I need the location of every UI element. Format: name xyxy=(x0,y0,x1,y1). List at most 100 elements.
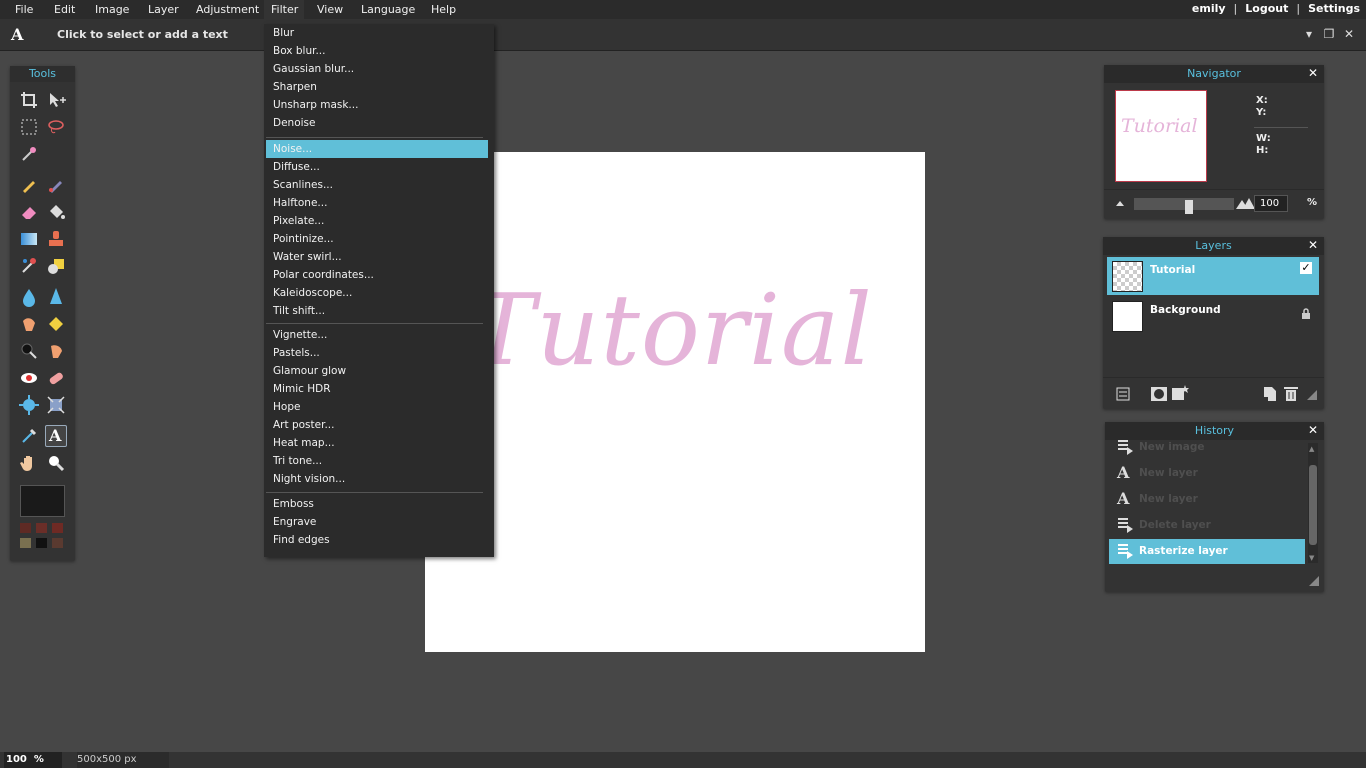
marquee-tool-icon[interactable] xyxy=(18,116,40,138)
zoom-slider-handle[interactable] xyxy=(1185,200,1193,214)
filter-menu-item[interactable]: Scanlines... xyxy=(273,176,333,194)
menu-help[interactable]: Help xyxy=(431,0,456,19)
menu-file[interactable]: File xyxy=(15,0,33,19)
filter-menu-item[interactable]: Tri tone... xyxy=(273,452,322,470)
logout-link[interactable]: Logout xyxy=(1245,2,1288,15)
scroll-up-icon[interactable]: ▲ xyxy=(1309,445,1314,453)
pencil-icon[interactable] xyxy=(18,174,40,196)
filter-menu-item[interactable]: Unsharp mask... xyxy=(273,96,358,114)
menu-language[interactable]: Language xyxy=(361,0,415,19)
layer-visibility-checkbox[interactable]: ✓ xyxy=(1300,262,1312,274)
menu-view[interactable]: View xyxy=(317,0,343,19)
filter-menu-item[interactable]: Kaleidoscope... xyxy=(273,284,352,302)
filter-menu-item[interactable]: Pointinize... xyxy=(273,230,334,248)
username-link[interactable]: emily xyxy=(1192,2,1226,15)
resize-handle-icon[interactable] xyxy=(1307,390,1317,403)
layer-row[interactable]: Tutorial ✓ xyxy=(1107,257,1319,295)
history-row[interactable]: New image xyxy=(1109,435,1305,460)
filter-menu-item[interactable]: Water swirl... xyxy=(273,248,342,266)
filter-menu-item[interactable]: Emboss xyxy=(273,495,314,513)
history-row[interactable]: A New layer xyxy=(1109,461,1305,486)
new-layer-icon[interactable] xyxy=(1263,386,1277,405)
layer-row[interactable]: Background xyxy=(1107,297,1319,335)
hand-icon[interactable] xyxy=(18,452,40,474)
sponge-icon[interactable] xyxy=(45,313,67,335)
filter-menu-item[interactable]: Box blur... xyxy=(273,42,325,60)
menu-edit[interactable]: Edit xyxy=(54,0,75,19)
scrollbar-thumb[interactable] xyxy=(1309,465,1317,545)
sharpen-icon[interactable] xyxy=(45,286,67,308)
layer-mask-icon[interactable] xyxy=(1151,387,1167,404)
menu-layer[interactable]: Layer xyxy=(148,0,179,19)
zoom-input[interactable]: 100 xyxy=(1254,195,1288,212)
filter-menu-item[interactable]: Diffuse... xyxy=(273,158,320,176)
spot-heal-icon[interactable] xyxy=(45,367,67,389)
crop-tool-icon[interactable] xyxy=(18,89,40,111)
status-zoom[interactable]: 100 % xyxy=(4,752,62,768)
move-tool-icon[interactable] xyxy=(45,89,67,111)
zoom-slider[interactable] xyxy=(1134,198,1234,214)
close-icon[interactable]: ✕ xyxy=(1308,423,1318,437)
swatch-3[interactable] xyxy=(52,523,63,533)
filter-menu-item[interactable]: Vignette... xyxy=(273,326,327,344)
zoom-out-icon[interactable] xyxy=(1114,198,1126,211)
history-scrollbar[interactable]: ▲ ▼ xyxy=(1308,443,1318,563)
smudge-icon[interactable] xyxy=(18,313,40,335)
color-picker-icon[interactable] xyxy=(18,425,40,447)
filter-menu-item[interactable]: Mimic HDR xyxy=(273,380,331,398)
close-icon[interactable]: ✕ xyxy=(1308,66,1318,80)
foreground-color-swatch[interactable] xyxy=(20,485,65,517)
pinch-icon[interactable] xyxy=(45,394,67,416)
filter-menu-item[interactable]: Pixelate... xyxy=(273,212,324,230)
color-replace-icon[interactable] xyxy=(18,255,40,277)
clone-stamp-icon[interactable] xyxy=(45,228,67,250)
filter-menu-item[interactable]: Polar coordinates... xyxy=(273,266,374,284)
paint-bucket-icon[interactable] xyxy=(45,201,67,223)
gradient-icon[interactable] xyxy=(18,228,40,250)
menu-image[interactable]: Image xyxy=(95,0,129,19)
filter-menu-item[interactable]: Art poster... xyxy=(273,416,334,434)
lasso-tool-icon[interactable] xyxy=(45,116,67,138)
filter-menu-item[interactable]: Engrave xyxy=(273,513,316,531)
filter-menu-item[interactable]: Tilt shift... xyxy=(273,302,325,320)
restore-window-icon[interactable]: ❐ xyxy=(1322,27,1336,41)
filter-menu-item[interactable]: Heat map... xyxy=(273,434,335,452)
resize-handle-icon[interactable] xyxy=(1309,576,1319,589)
layer-styles-icon[interactable] xyxy=(1116,387,1130,404)
burn-icon[interactable] xyxy=(45,340,67,362)
image-canvas[interactable] xyxy=(425,152,925,652)
navigator-thumbnail[interactable]: Tutorial xyxy=(1115,90,1207,182)
filter-menu-item[interactable]: Blur xyxy=(273,24,294,42)
red-eye-icon[interactable] xyxy=(18,367,40,389)
scroll-down-icon[interactable]: ▼ xyxy=(1309,554,1314,562)
eraser-icon[interactable] xyxy=(18,201,40,223)
filter-menu-item[interactable]: Glamour glow xyxy=(273,362,346,380)
filter-menu-item[interactable]: Denoise xyxy=(273,114,315,132)
swatch-5[interactable] xyxy=(36,538,47,548)
settings-link[interactable]: Settings xyxy=(1308,2,1360,15)
filter-menu-item[interactable]: Hope xyxy=(273,398,300,416)
bloat-icon[interactable] xyxy=(18,394,40,416)
magic-wand-icon[interactable] xyxy=(18,143,40,165)
close-icon[interactable]: ✕ xyxy=(1342,27,1356,41)
type-tool-icon[interactable]: A xyxy=(45,425,67,447)
filter-effects-icon[interactable] xyxy=(1172,385,1190,404)
brush-icon[interactable] xyxy=(45,174,67,196)
swatch-1[interactable] xyxy=(20,523,31,533)
filter-menu-item[interactable]: Halftone... xyxy=(273,194,327,212)
menu-adjustment[interactable]: Adjustment xyxy=(196,0,259,19)
filter-menu-item[interactable]: Find edges xyxy=(273,531,330,549)
menu-filter[interactable]: Filter xyxy=(264,0,304,19)
swatch-2[interactable] xyxy=(36,523,47,533)
history-row[interactable]: A New layer xyxy=(1109,487,1305,512)
swatch-6[interactable] xyxy=(52,538,63,548)
filter-menu-item[interactable]: Night vision... xyxy=(273,470,345,488)
filter-menu-item[interactable]: Noise... xyxy=(266,140,488,158)
history-row-selected[interactable]: Rasterize layer xyxy=(1109,539,1305,564)
delete-layer-icon[interactable] xyxy=(1284,386,1298,405)
history-row[interactable]: Delete layer xyxy=(1109,513,1305,538)
swatch-4[interactable] xyxy=(20,538,31,548)
dodge-icon[interactable] xyxy=(18,340,40,362)
filter-menu-item[interactable]: Pastels... xyxy=(273,344,320,362)
drawing-shapes-icon[interactable] xyxy=(45,255,67,277)
